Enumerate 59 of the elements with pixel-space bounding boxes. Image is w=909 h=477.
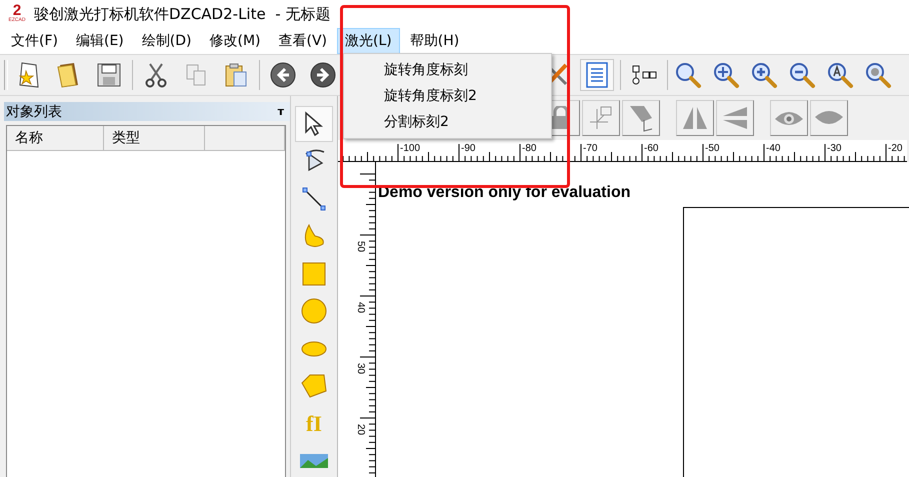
copy-icon	[185, 63, 207, 87]
ruler-label: -80	[522, 143, 536, 154]
zoom-selection-icon[interactable]	[864, 61, 892, 89]
list-icon	[586, 62, 608, 88]
column-header[interactable]: 类型	[104, 126, 205, 151]
ruler-label: -60	[644, 143, 658, 154]
align-button[interactable]	[582, 100, 620, 136]
dropdown-item[interactable]: 旋转角度标刻2	[344, 83, 551, 109]
menu-item[interactable]: 编辑(E)	[68, 28, 132, 54]
menu-item[interactable]: 文件(F)	[3, 28, 66, 54]
text-tool-icon: fI	[306, 410, 322, 437]
image-icon	[300, 454, 328, 468]
align-icon	[588, 105, 614, 131]
polygon-icon	[300, 373, 328, 400]
list-button[interactable]	[580, 59, 614, 91]
circle-icon	[300, 297, 328, 326]
ruler-label: -30	[827, 143, 842, 154]
scissors-icon	[145, 62, 167, 88]
ruler-label: 20	[355, 424, 366, 436]
dropdown-item[interactable]: 旋转角度标刻	[344, 57, 551, 83]
hide-button[interactable]	[810, 100, 848, 136]
mirror-horizontal-icon	[681, 105, 709, 131]
menu-item[interactable]: 帮助(H)	[402, 28, 468, 54]
ruler-label: -70	[583, 143, 598, 154]
ruler-label: 50	[355, 241, 366, 252]
ruler-label: -50	[705, 143, 720, 154]
arrow-shape-button[interactable]	[622, 100, 660, 136]
rectangle-icon	[300, 260, 328, 288]
mirror-vertical-button[interactable]	[716, 100, 754, 136]
ruler-label: -20	[888, 143, 902, 154]
zoom-all-icon[interactable]	[826, 61, 854, 89]
ruler-label: -100	[400, 143, 420, 154]
menu-item[interactable]: 修改(M)	[201, 28, 268, 54]
line-icon	[301, 186, 327, 212]
pointer-icon	[303, 110, 325, 137]
ellipse-icon	[300, 340, 328, 358]
mirror-horizontal-button[interactable]	[676, 100, 714, 136]
ruler-label: 30	[355, 363, 366, 374]
ruler-label: -90	[461, 143, 476, 154]
clipboard-icon	[224, 62, 248, 88]
panel-title: 对象列表	[6, 102, 62, 120]
zoom-in-icon[interactable]	[750, 61, 778, 89]
pin-button[interactable]: т	[278, 105, 284, 118]
nodes-icon	[631, 64, 657, 86]
window-title: 骏创激光打标机软件DZCAD2-Lite - 无标题	[34, 4, 330, 24]
zoom-out-icon[interactable]	[788, 61, 816, 89]
menu-item[interactable]: 激光(L)	[337, 28, 400, 54]
dropdown-item[interactable]: 分割标刻2	[344, 109, 551, 135]
column-header[interactable]: 名称	[7, 126, 104, 151]
ruler-label: -40	[766, 143, 780, 154]
menu-item[interactable]: 查看(V)	[270, 28, 336, 54]
pointer-tool-button[interactable]	[295, 106, 333, 142]
arrow-shape-icon	[628, 104, 654, 132]
zoom-icon[interactable]	[674, 61, 702, 89]
mirror-vertical-icon	[721, 105, 749, 131]
show-button[interactable]	[770, 100, 808, 136]
menu-item[interactable]: 绘制(D)	[134, 28, 200, 54]
zoom-pan-icon[interactable]	[712, 61, 740, 89]
ruler-label: 40	[355, 302, 366, 314]
